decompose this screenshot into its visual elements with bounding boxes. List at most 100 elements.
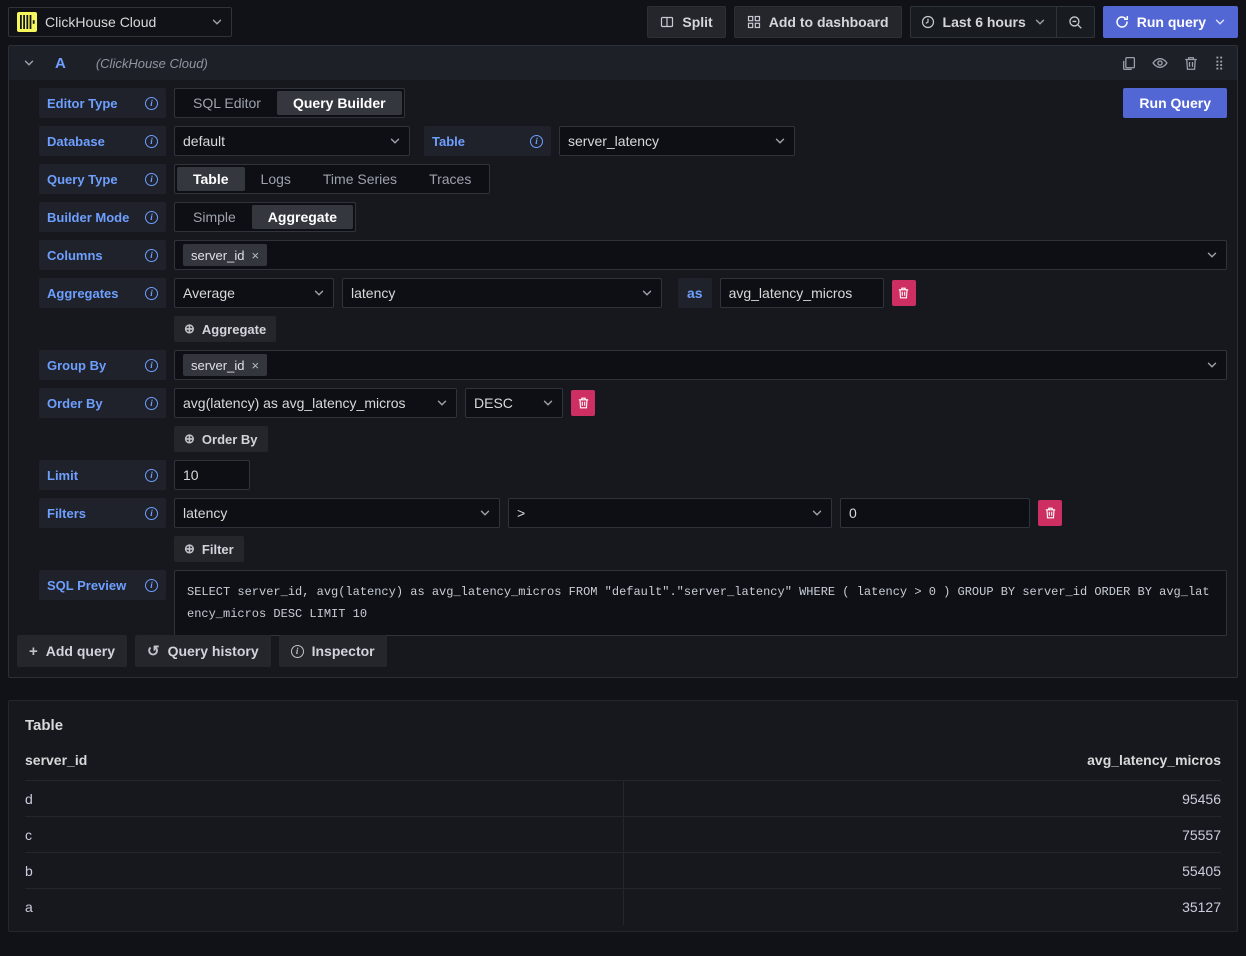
aggregate-alias-field[interactable]: [720, 278, 884, 308]
time-range-picker[interactable]: Last 6 hours: [911, 7, 1056, 37]
cell-avg-latency: 55405: [623, 853, 1221, 889]
editor-type-label: Editor Type i: [39, 88, 166, 118]
column-chip[interactable]: server_id ×: [183, 244, 267, 266]
add-to-dashboard-button[interactable]: Add to dashboard: [734, 6, 902, 38]
field-row-editor-type: Editor Type i SQL Editor Query Builder R…: [39, 88, 1227, 118]
duplicate-query-icon[interactable]: [1121, 56, 1136, 71]
add-aggregate-button[interactable]: ⊕ Aggregate: [174, 316, 276, 342]
column-header-avg-latency[interactable]: avg_latency_micros: [623, 748, 1221, 781]
cell-server-id: a: [25, 889, 623, 925]
column-header-server-id[interactable]: server_id: [25, 748, 623, 781]
editor-type-option-sql-editor[interactable]: SQL Editor: [177, 91, 277, 115]
filter-operator-select[interactable]: >: [508, 498, 832, 528]
aggregate-column-select[interactable]: latency: [342, 278, 662, 308]
builder-mode-option-aggregate[interactable]: Aggregate: [252, 205, 353, 229]
cell-avg-latency: 75557: [623, 817, 1221, 853]
explore-toolbar: ClickHouse Cloud Split Add to dashboard …: [0, 0, 1246, 44]
editor-type-option-query-builder[interactable]: Query Builder: [277, 91, 402, 115]
columns-label: Columns i: [39, 240, 166, 270]
explore-query-footer: + Add query ↺ Query history i Inspector: [17, 635, 387, 667]
cell-avg-latency: 35127: [623, 889, 1221, 925]
drag-handle-icon[interactable]: ⣿: [1214, 55, 1223, 71]
info-icon[interactable]: i: [145, 211, 158, 224]
remove-chip-icon[interactable]: ×: [251, 249, 259, 262]
field-row-database-table: Database i default Table i server_latenc…: [39, 126, 1227, 156]
query-editor-panel: A (ClickHouse Cloud) ⣿ Editor Type i SQL…: [8, 45, 1238, 678]
group-by-label: Group By i: [39, 350, 166, 380]
info-icon[interactable]: i: [145, 135, 158, 148]
info-icon[interactable]: i: [145, 173, 158, 186]
filter-column-select[interactable]: latency: [174, 498, 500, 528]
query-history-button[interactable]: ↺ Query history: [135, 635, 271, 667]
sql-preview-label: SQL Preview i: [39, 570, 166, 600]
info-icon[interactable]: i: [145, 287, 158, 300]
query-type-option-time-series[interactable]: Time Series: [307, 167, 413, 191]
remove-filter-button[interactable]: [1038, 500, 1062, 526]
chevron-down-icon: [313, 287, 325, 299]
as-keyword-label: as: [678, 278, 712, 308]
split-button[interactable]: Split: [647, 6, 725, 38]
query-ref-id[interactable]: A: [55, 55, 66, 72]
info-icon[interactable]: i: [145, 579, 158, 592]
info-icon[interactable]: i: [145, 359, 158, 372]
add-query-button[interactable]: + Add query: [17, 635, 127, 667]
limit-label: Limit i: [39, 460, 166, 490]
query-builder-form: Editor Type i SQL Editor Query Builder R…: [9, 80, 1237, 636]
table-row: a 35127: [25, 889, 1221, 925]
database-select[interactable]: default: [174, 126, 410, 156]
chevron-down-icon: [641, 287, 653, 299]
query-type-radio-group: Table Logs Time Series Traces: [174, 164, 490, 194]
time-picker-group: Last 6 hours: [910, 6, 1095, 38]
query-type-option-traces[interactable]: Traces: [413, 167, 487, 191]
chevron-down-icon: [389, 135, 401, 147]
builder-mode-option-simple[interactable]: Simple: [177, 205, 252, 229]
order-by-expression-select[interactable]: avg(latency) as avg_latency_micros: [174, 388, 457, 418]
group-by-multiselect[interactable]: server_id ×: [174, 350, 1227, 380]
filter-value-field[interactable]: [840, 498, 1030, 528]
field-row-group-by: Group By i server_id ×: [39, 350, 1227, 380]
info-icon: i: [291, 645, 304, 658]
run-query-button[interactable]: Run query: [1103, 6, 1238, 38]
sync-icon: [1115, 15, 1129, 29]
datasource-picker[interactable]: ClickHouse Cloud: [8, 7, 232, 37]
collapse-query-icon[interactable]: [23, 57, 35, 69]
table-header-row: server_id avg_latency_micros: [25, 748, 1221, 781]
order-by-direction-select[interactable]: DESC: [465, 388, 563, 418]
add-filter-button[interactable]: ⊕ Filter: [174, 536, 244, 562]
table-row: c 75557: [25, 817, 1221, 853]
remove-query-trash-icon[interactable]: [1184, 56, 1198, 71]
table-select[interactable]: server_latency: [559, 126, 795, 156]
info-icon[interactable]: i: [145, 507, 158, 520]
limit-input[interactable]: [183, 467, 241, 483]
info-icon[interactable]: i: [145, 97, 158, 110]
query-type-option-table[interactable]: Table: [177, 167, 245, 191]
inspector-button[interactable]: i Inspector: [279, 635, 387, 667]
field-row-columns: Columns i server_id ×: [39, 240, 1227, 270]
builder-mode-label: Builder Mode i: [39, 202, 166, 232]
remove-aggregate-button[interactable]: [892, 280, 916, 306]
remove-chip-icon[interactable]: ×: [251, 359, 259, 372]
chevron-down-icon: [1214, 16, 1226, 28]
group-by-chip[interactable]: server_id ×: [183, 354, 267, 376]
disable-query-eye-icon[interactable]: [1152, 55, 1168, 71]
aggregate-alias-input[interactable]: [729, 285, 875, 301]
query-type-option-logs[interactable]: Logs: [245, 167, 307, 191]
query-datasource-hint: (ClickHouse Cloud): [96, 56, 208, 71]
run-query-editor-button[interactable]: Run Query: [1123, 88, 1227, 118]
filter-value-input[interactable]: [849, 505, 1021, 521]
table-row: b 55405: [25, 853, 1221, 889]
info-icon[interactable]: i: [530, 135, 543, 148]
table-label: Table i: [424, 126, 551, 156]
limit-field[interactable]: [174, 460, 250, 490]
info-icon[interactable]: i: [145, 249, 158, 262]
zoom-out-icon: [1068, 15, 1083, 30]
aggregate-function-select[interactable]: Average: [174, 278, 334, 308]
columns-multiselect[interactable]: server_id ×: [174, 240, 1227, 270]
remove-order-by-button[interactable]: [571, 390, 595, 416]
add-order-by-button[interactable]: ⊕ Order By: [174, 426, 268, 452]
zoom-out-time-button[interactable]: [1056, 7, 1094, 37]
cell-avg-latency: 95456: [623, 781, 1221, 817]
table-row: d 95456: [25, 781, 1221, 817]
info-icon[interactable]: i: [145, 469, 158, 482]
info-icon[interactable]: i: [145, 397, 158, 410]
